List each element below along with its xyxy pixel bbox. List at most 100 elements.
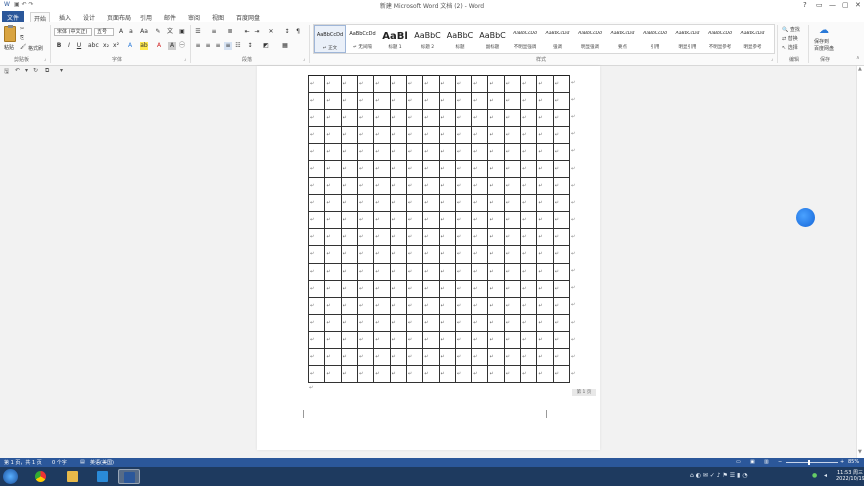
- table-cell[interactable]: ↵: [373, 347, 391, 366]
- table-cell[interactable]: ↵: [520, 194, 538, 213]
- table-cell[interactable]: ↵: [503, 92, 522, 111]
- table-cell[interactable]: ↵: [405, 262, 424, 281]
- format-painter-label[interactable]: 格式刷: [28, 45, 43, 52]
- table-cell[interactable]: ↵: [373, 194, 391, 213]
- table-cell[interactable]: ↵: [422, 245, 440, 264]
- table-cell[interactable]: ↵: [454, 211, 473, 230]
- table-cell[interactable]: ↵: [324, 296, 342, 315]
- table-cell[interactable]: ↵: [422, 109, 440, 128]
- table-cell[interactable]: ↵: [340, 245, 358, 264]
- table-cell[interactable]: ↵: [389, 228, 407, 247]
- customize-qat-icon[interactable]: ▾: [60, 67, 63, 74]
- zoom-thumb[interactable]: [808, 460, 810, 465]
- help-icon[interactable]: ?: [803, 1, 807, 9]
- table-cell[interactable]: ↵: [520, 74, 538, 94]
- style-item[interactable]: AaBbCcDd 要点: [607, 25, 639, 53]
- chinese-layout-icon[interactable]: ✕: [267, 28, 275, 36]
- volume-icon[interactable]: ◂: [824, 472, 827, 479]
- taskbar-app-explorer[interactable]: [62, 469, 84, 484]
- table-cell[interactable]: ↵: [307, 347, 326, 366]
- table-cell[interactable]: ↵: [536, 160, 554, 179]
- table-cell[interactable]: ↵: [324, 245, 342, 264]
- shading-icon[interactable]: ◩: [262, 42, 270, 50]
- table-cell[interactable]: ↵: [552, 296, 571, 315]
- table-cell[interactable]: ↵: [422, 177, 440, 196]
- table-cell[interactable]: ↵: [454, 74, 473, 94]
- style-item[interactable]: AaBbCcDd 明显引用: [672, 25, 704, 53]
- styles-launcher-icon[interactable]: ⌟: [771, 56, 773, 62]
- table-cell[interactable]: ↵: [389, 313, 407, 332]
- zoom-out-icon[interactable]: −: [778, 459, 782, 465]
- table-cell[interactable]: ↵: [438, 143, 456, 162]
- table-cell[interactable]: ↵: [552, 245, 571, 264]
- table-cell[interactable]: ↵: [487, 92, 505, 111]
- screenshot-icon[interactable]: ⧉: [45, 67, 49, 75]
- bullets-icon[interactable]: ☰: [194, 28, 202, 36]
- table-cell[interactable]: ↵: [340, 330, 358, 349]
- table-cell[interactable]: ↵: [324, 279, 342, 298]
- tab-baidu[interactable]: 百度网盘: [233, 12, 263, 22]
- table-cell[interactable]: ↵: [324, 313, 342, 332]
- format-painter-button[interactable]: 🖌: [20, 44, 26, 50]
- table-cell[interactable]: ↵: [552, 228, 571, 247]
- table-cell[interactable]: ↵: [471, 262, 489, 281]
- table-cell[interactable]: ↵: [471, 228, 489, 247]
- table-cell[interactable]: ↵: [454, 109, 473, 128]
- table-cell[interactable]: ↵: [373, 262, 391, 281]
- copy-button[interactable]: ⎘: [20, 35, 24, 41]
- italic-button[interactable]: I: [65, 42, 73, 50]
- table-cell[interactable]: ↵: [552, 279, 571, 298]
- table-cell[interactable]: ↵: [422, 364, 440, 384]
- table-cell[interactable]: ↵: [438, 296, 456, 315]
- table-cell[interactable]: ↵: [324, 109, 342, 128]
- table-cell[interactable]: ↵: [536, 313, 554, 332]
- table-cell[interactable]: ↵: [438, 279, 456, 298]
- table-cell[interactable]: ↵: [340, 228, 358, 247]
- table-cell[interactable]: ↵: [307, 194, 326, 213]
- table-cell[interactable]: ↵: [389, 177, 407, 196]
- table-cell[interactable]: ↵: [552, 143, 571, 162]
- table-cell[interactable]: ↵: [503, 177, 522, 196]
- table-cell[interactable]: ↵: [405, 313, 424, 332]
- table-cell[interactable]: ↵: [536, 262, 554, 281]
- table-cell[interactable]: ↵: [503, 109, 522, 128]
- table-cell[interactable]: ↵: [552, 194, 571, 213]
- zoom-slider[interactable]: [786, 462, 838, 463]
- table-cell[interactable]: ↵: [340, 364, 358, 384]
- table-cell[interactable]: ↵: [324, 347, 342, 366]
- table-cell[interactable]: ↵: [340, 296, 358, 315]
- table-cell[interactable]: ↵: [487, 143, 505, 162]
- table-cell[interactable]: ↵: [356, 330, 375, 349]
- vertical-scrollbar[interactable]: ▲ ▼: [856, 66, 864, 458]
- table-cell[interactable]: ↵: [422, 211, 440, 230]
- font-name-combo[interactable]: 宋体 (中文正): [54, 28, 92, 36]
- table-cell[interactable]: ↵: [471, 296, 489, 315]
- table-cell[interactable]: ↵: [389, 74, 407, 94]
- increase-indent-icon[interactable]: ⇥: [253, 28, 261, 36]
- table-cell[interactable]: ↵: [536, 228, 554, 247]
- table-cell[interactable]: ↵: [405, 177, 424, 196]
- taskbar-app-media[interactable]: [92, 469, 114, 484]
- table-cell[interactable]: ↵: [373, 313, 391, 332]
- table-cell[interactable]: ↵: [487, 109, 505, 128]
- table-cell[interactable]: ↵: [552, 211, 571, 230]
- table-cell[interactable]: ↵: [503, 211, 522, 230]
- table-cell[interactable]: ↵: [536, 143, 554, 162]
- table-cell[interactable]: ↵: [405, 126, 424, 145]
- floating-assistant-icon[interactable]: [796, 208, 815, 227]
- bold-button[interactable]: B: [55, 42, 63, 50]
- align-left-icon[interactable]: ≡: [194, 42, 202, 50]
- table-cell[interactable]: ↵: [454, 262, 473, 281]
- table-cell[interactable]: ↵: [324, 194, 342, 213]
- table-cell[interactable]: ↵: [503, 74, 522, 94]
- table-cell[interactable]: ↵: [422, 313, 440, 332]
- table-cell[interactable]: ↵: [520, 330, 538, 349]
- multilevel-list-icon[interactable]: ≣: [226, 28, 234, 36]
- table-cell[interactable]: ↵: [356, 279, 375, 298]
- tray-icons[interactable]: ⌂ ◐ ✉ ✓ ♪ ⚑ ☰ ▮ ◔: [690, 472, 747, 479]
- table-cell[interactable]: ↵: [536, 92, 554, 111]
- shrink-font-icon[interactable]: a: [127, 28, 135, 36]
- table-cell[interactable]: ↵: [422, 92, 440, 111]
- table-cell[interactable]: ↵: [405, 160, 424, 179]
- table-cell[interactable]: ↵: [373, 296, 391, 315]
